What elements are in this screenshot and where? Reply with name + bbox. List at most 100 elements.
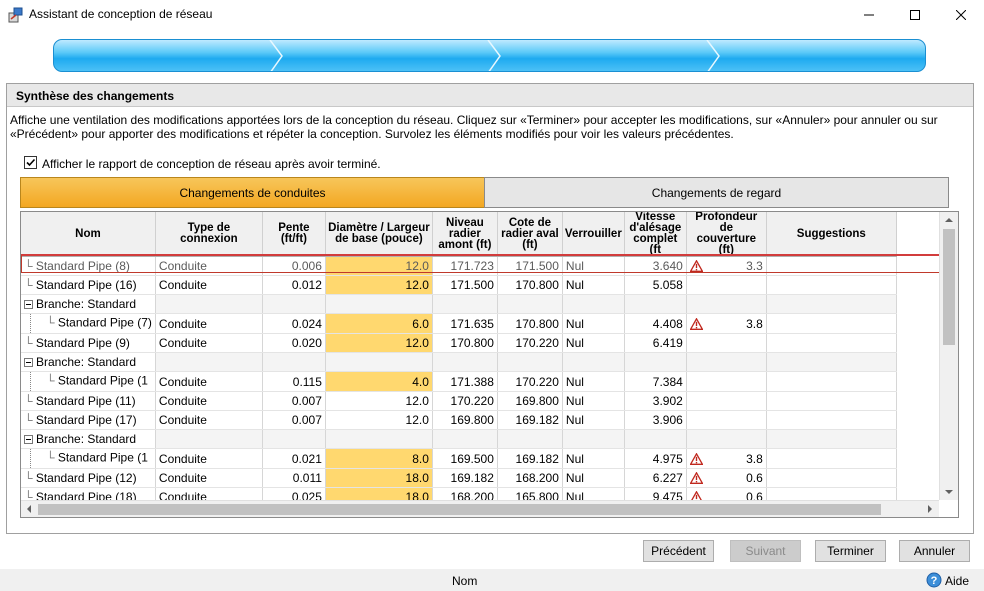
next-button[interactable]: Suivant bbox=[730, 540, 801, 562]
cell-suggestions[interactable] bbox=[766, 448, 897, 469]
cell-diameter[interactable]: 6.0 bbox=[325, 313, 433, 334]
cell-start-invert[interactable]: 169.500 bbox=[432, 448, 498, 469]
collapse-icon[interactable] bbox=[24, 300, 33, 310]
collapse-icon[interactable] bbox=[24, 358, 33, 368]
cell-end-invert[interactable]: 170.220 bbox=[497, 371, 563, 392]
cell-end-invert[interactable]: 170.800 bbox=[497, 275, 563, 295]
cell-diameter[interactable]: 12.0 bbox=[325, 256, 433, 276]
cell-start-invert[interactable]: 170.220 bbox=[432, 391, 498, 411]
cell-diameter[interactable]: 12.0 bbox=[325, 391, 433, 411]
cell-connection-type[interactable]: Conduite bbox=[155, 410, 263, 430]
col-header-name[interactable]: Nom bbox=[21, 212, 156, 257]
col-header-diameter[interactable]: Diamètre / Largeur de base (pouce) bbox=[325, 212, 433, 257]
cell-slope[interactable]: 0.021 bbox=[262, 448, 326, 469]
cell-start-invert[interactable]: 170.800 bbox=[432, 333, 498, 353]
tab-pipe-changes[interactable]: Changements de conduites bbox=[20, 177, 485, 208]
cell-cover-depth[interactable] bbox=[686, 391, 767, 411]
collapse-icon[interactable] bbox=[24, 435, 33, 445]
cell-start-invert[interactable]: 169.800 bbox=[432, 410, 498, 430]
cancel-button[interactable]: Annuler bbox=[899, 540, 970, 562]
cell-suggestions[interactable] bbox=[766, 371, 897, 392]
cell-suggestions[interactable] bbox=[766, 313, 897, 334]
cell-lock[interactable]: Nul bbox=[562, 313, 625, 334]
cell-connection-type[interactable]: Conduite bbox=[155, 256, 263, 276]
cell-suggestions[interactable] bbox=[766, 275, 897, 295]
cell-start-invert[interactable]: 171.500 bbox=[432, 275, 498, 295]
cell-full-flow-velocity[interactable]: 6.419 bbox=[624, 333, 687, 353]
grid-table-row[interactable]: └ Standard Pipe (12) Conduite 0.011 18.0 169… bbox=[21, 468, 897, 488]
cell-cover-depth[interactable]: 0.6 bbox=[686, 468, 767, 488]
cell-name[interactable]: └ Standard Pipe (1 bbox=[21, 371, 156, 392]
cell-lock[interactable]: Nul bbox=[562, 256, 625, 276]
grid-table-row[interactable]: └ Standard Pipe (1 Conduite 0.115 4.0 171.38… bbox=[21, 371, 897, 392]
cell-diameter[interactable]: 4.0 bbox=[325, 371, 433, 392]
vertical-scrollbar[interactable] bbox=[939, 212, 958, 500]
cell-full-flow-velocity[interactable]: 7.384 bbox=[624, 371, 687, 392]
cell-connection-type[interactable]: Conduite bbox=[155, 313, 263, 334]
cell-end-invert[interactable]: 169.182 bbox=[497, 410, 563, 430]
grid-branch-row[interactable]: Branche: Standard bbox=[21, 294, 897, 314]
branch-cell[interactable]: Branche: Standard bbox=[21, 294, 156, 314]
cell-slope[interactable]: 0.020 bbox=[262, 333, 326, 353]
cell-suggestions[interactable] bbox=[766, 333, 897, 353]
cell-diameter[interactable]: 12.0 bbox=[325, 333, 433, 353]
cell-connection-type[interactable]: Conduite bbox=[155, 371, 263, 392]
cell-end-invert[interactable]: 170.220 bbox=[497, 333, 563, 353]
cell-suggestions[interactable] bbox=[766, 468, 897, 488]
cell-suggestions[interactable] bbox=[766, 410, 897, 430]
cell-full-flow-velocity[interactable]: 6.227 bbox=[624, 468, 687, 488]
cell-cover-depth[interactable] bbox=[686, 371, 767, 392]
cell-connection-type[interactable]: Conduite bbox=[155, 448, 263, 469]
cell-name[interactable]: └ Standard Pipe (7) bbox=[21, 313, 156, 334]
cell-name[interactable]: └ Standard Pipe (12) bbox=[21, 468, 156, 488]
cell-lock[interactable]: Nul bbox=[562, 391, 625, 411]
cell-slope[interactable]: 0.007 bbox=[262, 410, 326, 430]
cell-slope[interactable]: 0.006 bbox=[262, 256, 326, 276]
cell-full-flow-velocity[interactable]: 3.906 bbox=[624, 410, 687, 430]
cell-name[interactable]: └ Standard Pipe (17) bbox=[21, 410, 156, 430]
cell-diameter[interactable]: 12.0 bbox=[325, 275, 433, 295]
finish-button[interactable]: Terminer bbox=[815, 540, 886, 562]
branch-cell[interactable]: Branche: Standard bbox=[21, 429, 156, 449]
cell-lock[interactable]: Nul bbox=[562, 448, 625, 469]
grid-table-row[interactable]: └ Standard Pipe (8) Conduite 0.006 12.0 171.… bbox=[21, 256, 897, 276]
minimize-button[interactable] bbox=[846, 0, 892, 30]
show-report-checkbox[interactable] bbox=[24, 156, 37, 169]
cell-connection-type[interactable]: Conduite bbox=[155, 333, 263, 353]
maximize-button[interactable] bbox=[892, 0, 938, 30]
cell-diameter[interactable]: 8.0 bbox=[325, 448, 433, 469]
cell-full-flow-velocity[interactable]: 3.902 bbox=[624, 391, 687, 411]
branch-cell[interactable]: Branche: Standard bbox=[21, 352, 156, 372]
cell-start-invert[interactable]: 171.635 bbox=[432, 313, 498, 334]
cell-cover-depth[interactable]: 3.3 bbox=[686, 256, 767, 276]
col-header-full-flow-velocity[interactable]: Vitesse d'alésage complet (ft bbox=[624, 212, 687, 257]
grid-table-row[interactable]: └ Standard Pipe (1 Conduite 0.021 8.0 169.50… bbox=[21, 448, 897, 469]
cell-end-invert[interactable]: 169.800 bbox=[497, 391, 563, 411]
cell-connection-type[interactable]: Conduite bbox=[155, 468, 263, 488]
cell-cover-depth[interactable] bbox=[686, 333, 767, 353]
close-button[interactable] bbox=[938, 0, 984, 30]
cell-full-flow-velocity[interactable]: 3.640 bbox=[624, 256, 687, 276]
tab-structure-changes[interactable]: Changements de regard bbox=[484, 177, 949, 208]
grid-table-row[interactable]: └ Standard Pipe (17) Conduite 0.007 12.0 169… bbox=[21, 410, 897, 430]
cell-lock[interactable]: Nul bbox=[562, 468, 625, 488]
cell-slope[interactable]: 0.012 bbox=[262, 275, 326, 295]
col-header-connection-type[interactable]: Type de connexion bbox=[155, 212, 263, 257]
cell-name[interactable]: └ Standard Pipe (11) bbox=[21, 391, 156, 411]
grid-table-row[interactable]: └ Standard Pipe (9) Conduite 0.020 12.0 170.… bbox=[21, 333, 897, 353]
previous-button[interactable]: Précédent bbox=[643, 540, 714, 562]
cell-suggestions[interactable] bbox=[766, 391, 897, 411]
cell-lock[interactable]: Nul bbox=[562, 371, 625, 392]
horizontal-scroll-thumb[interactable] bbox=[38, 504, 881, 515]
cell-slope[interactable]: 0.011 bbox=[262, 468, 326, 488]
cell-cover-depth[interactable]: 3.8 bbox=[686, 313, 767, 334]
cell-full-flow-velocity[interactable]: 4.408 bbox=[624, 313, 687, 334]
cell-name[interactable]: └ Standard Pipe (9) bbox=[21, 333, 156, 353]
cell-name[interactable]: └ Standard Pipe (8) bbox=[21, 256, 156, 276]
help-button[interactable]: ? Aide bbox=[926, 571, 978, 589]
grid-branch-row[interactable]: Branche: Standard bbox=[21, 429, 897, 449]
col-header-lock[interactable]: Verrouiller bbox=[562, 212, 625, 257]
grid-table-row[interactable]: └ Standard Pipe (16) Conduite 0.012 12.0 171… bbox=[21, 275, 897, 295]
cell-cover-depth[interactable]: 3.8 bbox=[686, 448, 767, 469]
cell-cover-depth[interactable] bbox=[686, 410, 767, 430]
